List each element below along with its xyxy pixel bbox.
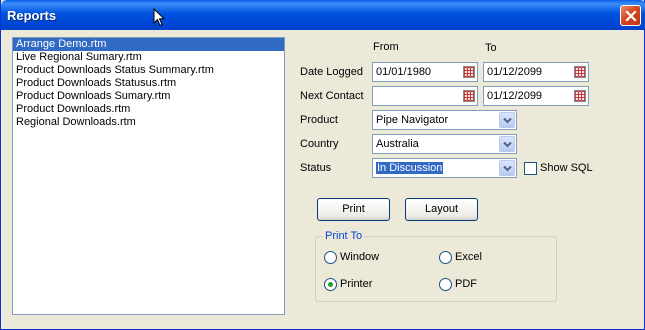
status-label: Status	[300, 162, 332, 174]
radio-printer-label[interactable]: Printer	[340, 278, 372, 290]
print-to-group	[315, 236, 557, 302]
list-item[interactable]: Live Regional Sumary.rtm	[13, 51, 284, 64]
window-title: Reports	[7, 8, 57, 23]
date-logged-to-value: 01/12/2099	[487, 66, 543, 78]
from-header: From	[373, 41, 399, 53]
close-icon	[625, 10, 637, 22]
calendar-icon[interactable]	[463, 90, 475, 102]
calendar-icon[interactable]	[463, 66, 475, 78]
list-item[interactable]: Regional Downloads.rtm	[13, 116, 284, 129]
report-listbox[interactable]: Arrange Demo.rtm Live Regional Sumary.rt…	[12, 37, 285, 315]
list-item[interactable]: Product Downloads Statusus.rtm	[13, 77, 284, 90]
dropdown-button[interactable]	[499, 112, 515, 128]
country-value: Australia	[376, 138, 419, 150]
product-dropdown[interactable]: Pipe Navigator	[372, 110, 517, 130]
layout-button[interactable]: Layout	[405, 198, 478, 221]
chevron-down-icon	[503, 165, 512, 172]
calendar-icon[interactable]	[574, 66, 586, 78]
radio-selected-dot	[328, 282, 333, 287]
radio-pdf[interactable]	[439, 278, 452, 291]
country-dropdown[interactable]: Australia	[372, 134, 517, 154]
dropdown-button[interactable]	[499, 136, 515, 152]
next-contact-from-field[interactable]	[372, 86, 478, 106]
radio-printer[interactable]	[324, 278, 337, 291]
date-logged-label: Date Logged	[300, 66, 363, 78]
radio-excel[interactable]	[439, 251, 452, 264]
product-value: Pipe Navigator	[376, 114, 449, 126]
chevron-down-icon	[503, 117, 512, 124]
close-button[interactable]	[620, 5, 641, 26]
title-bar[interactable]: Reports	[1, 0, 645, 30]
list-item[interactable]: Product Downloads.rtm	[13, 103, 284, 116]
date-logged-from-value: 01/01/1980	[376, 66, 432, 78]
mouse-pointer-icon	[153, 8, 165, 27]
chevron-down-icon	[503, 141, 512, 148]
print-button[interactable]: Print	[317, 198, 390, 221]
to-header: To	[485, 42, 497, 54]
list-item[interactable]: Product Downloads Sumary.rtm	[13, 90, 284, 103]
next-contact-to-field[interactable]: 01/12/2099	[483, 86, 589, 106]
show-sql-checkbox[interactable]	[524, 162, 537, 175]
radio-window[interactable]	[324, 251, 337, 264]
calendar-icon[interactable]	[574, 90, 586, 102]
date-logged-to-field[interactable]: 01/12/2099	[483, 62, 589, 82]
radio-excel-label[interactable]: Excel	[455, 251, 482, 263]
next-contact-to-value: 01/12/2099	[487, 90, 543, 102]
next-contact-label: Next Contact	[300, 90, 364, 102]
print-to-legend: Print To	[323, 230, 365, 242]
status-value: In Discussion	[376, 162, 444, 174]
list-item[interactable]: Arrange Demo.rtm	[13, 38, 284, 51]
dropdown-button[interactable]	[499, 160, 515, 176]
country-label: Country	[300, 138, 339, 150]
radio-window-label[interactable]: Window	[340, 251, 379, 263]
radio-pdf-label[interactable]: PDF	[455, 278, 477, 290]
date-logged-from-field[interactable]: 01/01/1980	[372, 62, 478, 82]
list-item[interactable]: Product Downloads Status Summary.rtm	[13, 64, 284, 77]
reports-dialog: Reports Arrange Demo.rtm Live Regional S…	[0, 0, 645, 330]
product-label: Product	[300, 114, 338, 126]
status-dropdown[interactable]: In Discussion	[372, 158, 517, 178]
show-sql-label[interactable]: Show SQL	[540, 162, 593, 174]
